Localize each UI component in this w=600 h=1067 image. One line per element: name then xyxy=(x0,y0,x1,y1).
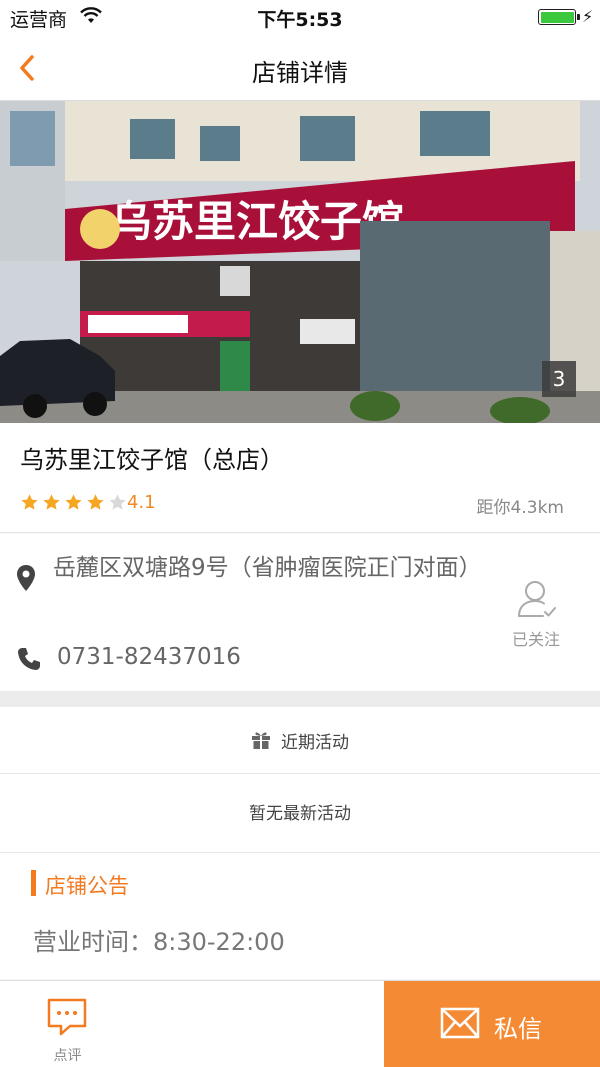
storefront-illustration: 乌苏里江饺子馆 xyxy=(0,101,600,423)
activity-section: 近期活动 暂无最新活动 店铺公告 营业时间：8:30-22:00 xyxy=(0,707,600,979)
notice-title: 店铺公告 xyxy=(45,874,129,898)
phone-icon xyxy=(18,648,40,670)
store-header: 乌苏里江饺子馆（总店） 4.1 距你4.3km xyxy=(0,423,600,533)
review-button[interactable]: 点评 xyxy=(0,981,135,1067)
user-followed-icon xyxy=(518,581,556,617)
page-title: 店铺详情 xyxy=(252,59,348,87)
business-hours: 营业时间：8:30-22:00 xyxy=(33,928,285,956)
status-bar: 运营商 下午5:53 ⚡ xyxy=(0,0,600,34)
star-filled-icon xyxy=(43,494,60,510)
activity-title: 近期活动 xyxy=(281,732,349,753)
sign-text: 乌苏里江饺子馆 xyxy=(110,197,404,246)
store-name: 乌苏里江饺子馆（总店） xyxy=(20,446,284,474)
status-time: 下午5:53 xyxy=(257,9,343,31)
star-filled-icon xyxy=(87,494,104,510)
message-label: 私信 xyxy=(494,1015,542,1043)
distance-label: 距你4.3km xyxy=(476,498,564,518)
follow-label: 已关注 xyxy=(511,630,560,649)
activity-header: 近期活动 xyxy=(0,707,600,774)
rating-stars xyxy=(20,493,127,513)
battery-tip xyxy=(577,14,580,20)
star-filled-icon xyxy=(65,494,82,510)
battery-icon xyxy=(538,9,576,25)
gift-icon xyxy=(252,732,270,749)
charging-icon: ⚡ xyxy=(582,7,594,26)
follow-button[interactable]: 已关注 xyxy=(500,576,572,656)
rating-value: 4.1 xyxy=(127,492,156,513)
location-pin-icon xyxy=(17,565,35,591)
nav-bar: 店铺详情 xyxy=(0,34,600,101)
review-label: 点评 xyxy=(53,1048,82,1064)
photo-count-badge: 3 xyxy=(542,361,576,397)
notice-accent-bar xyxy=(31,870,36,896)
store-photo[interactable]: 乌苏里江饺子馆 xyxy=(0,101,600,423)
bottom-action-bar: 点评 私信 xyxy=(0,980,600,1067)
store-address[interactable]: 岳麓区双塘路9号（省肿瘤医院正门对面） xyxy=(53,554,482,582)
no-activity-message: 暂无最新活动 xyxy=(0,775,600,853)
star-empty-icon xyxy=(109,494,126,510)
star-filled-icon xyxy=(21,494,38,510)
contact-info: 岳麓区双塘路9号（省肿瘤医院正门对面） 0731-82437016 已关注 xyxy=(0,534,600,691)
comment-icon xyxy=(47,998,87,1036)
mail-icon xyxy=(440,1007,480,1039)
store-phone[interactable]: 0731-82437016 xyxy=(57,644,241,670)
private-message-button[interactable]: 私信 xyxy=(384,981,600,1067)
section-divider xyxy=(0,691,600,707)
